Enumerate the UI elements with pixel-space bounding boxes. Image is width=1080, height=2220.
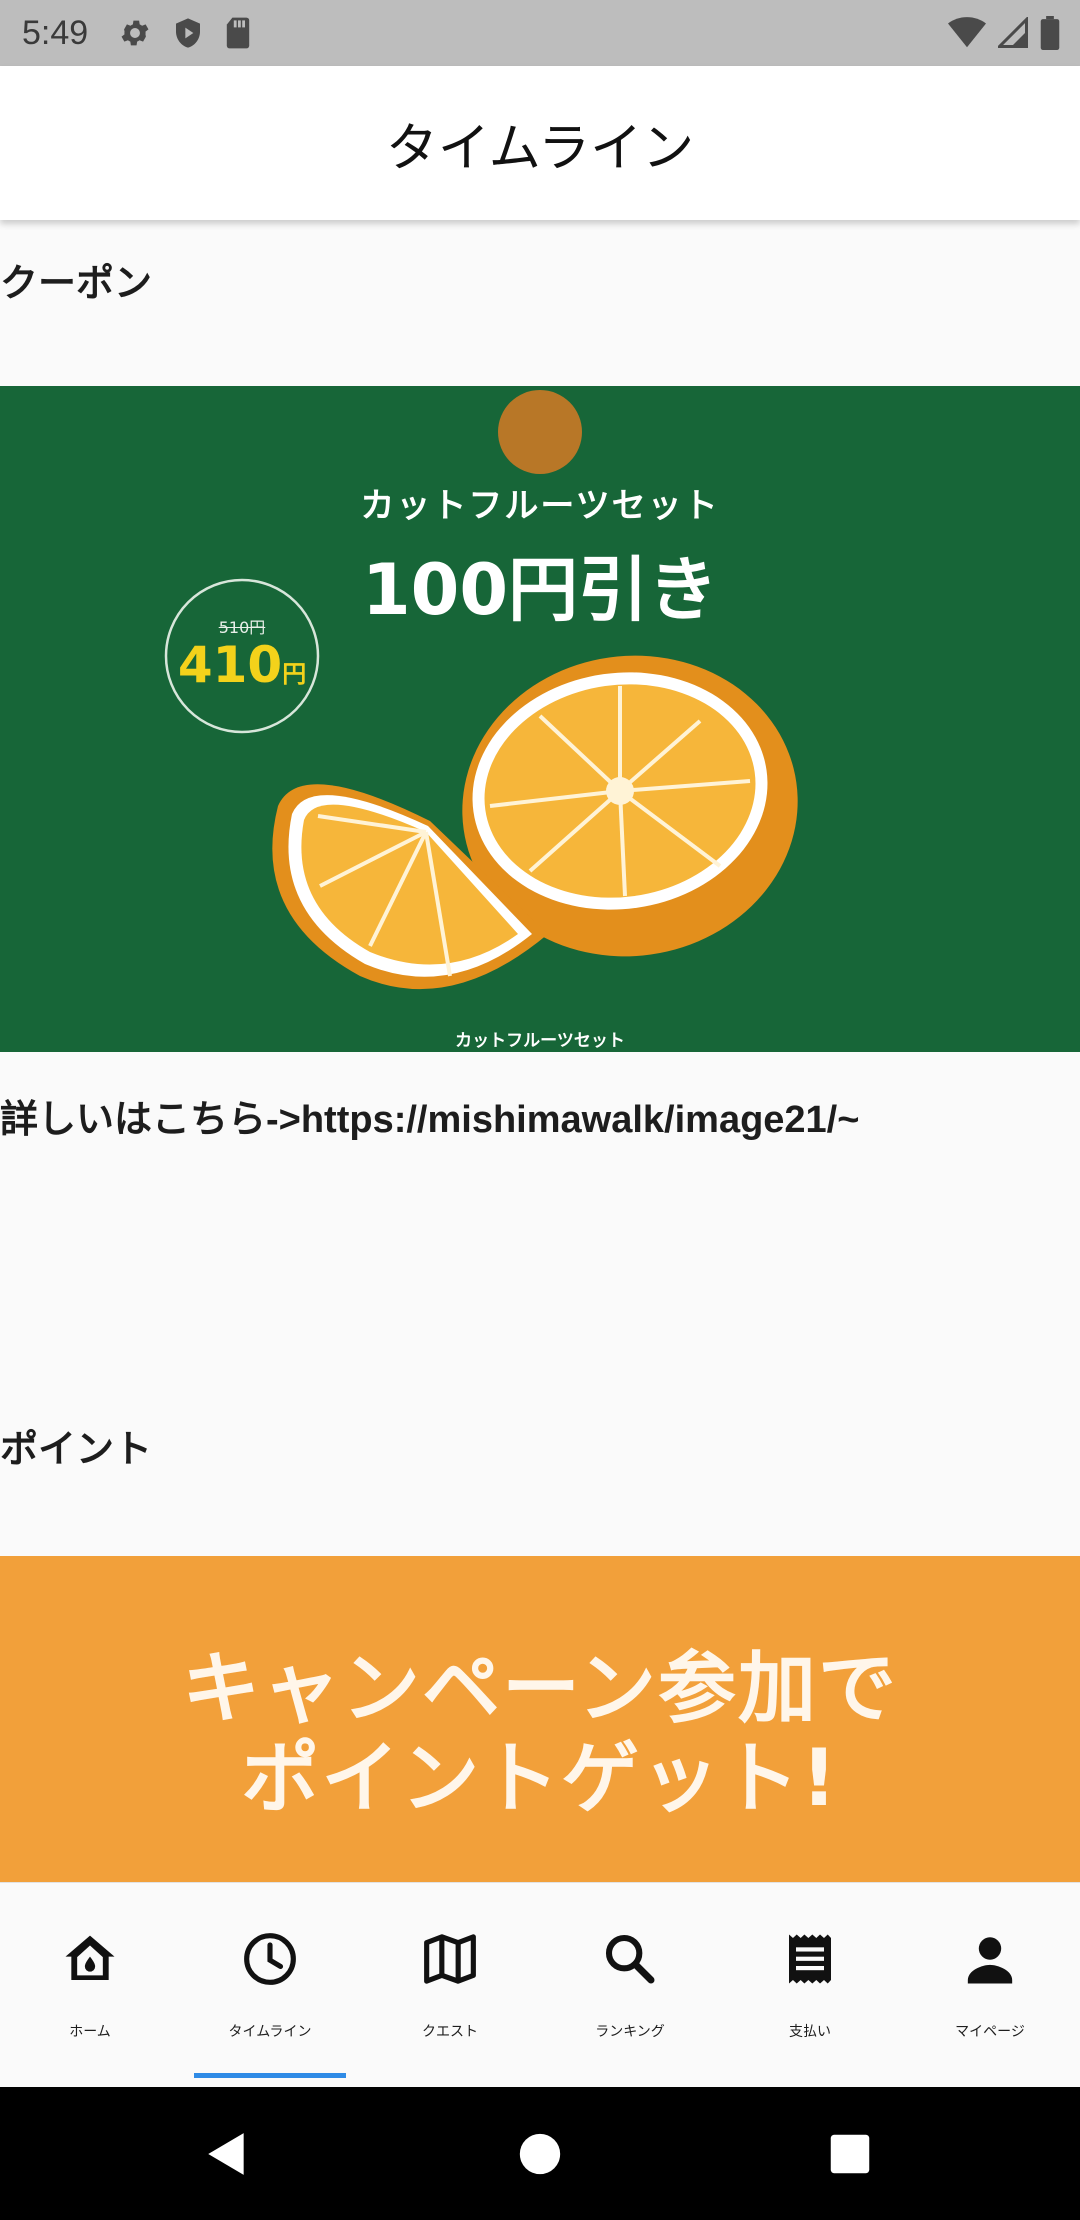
points-section-label: ポイント: [0, 1427, 153, 1471]
search-icon: [605, 1934, 655, 1984]
status-system-icons: [948, 0, 1060, 66]
wifi-icon: [948, 17, 986, 48]
page-title: タイムライン: [385, 118, 695, 179]
old-price: 510円: [218, 618, 266, 637]
status-time: 5:49: [22, 13, 89, 52]
active-tab-indicator: [194, 2073, 346, 2078]
nav-label-timeline: タイムライン: [228, 2024, 312, 2040]
battery-icon: [1040, 16, 1060, 50]
home-icon: [65, 1935, 115, 1980]
nav-item-quest[interactable]: クエスト: [360, 1883, 540, 2088]
receipt-icon: [789, 1934, 831, 1984]
new-price-unit: 円: [282, 660, 307, 688]
cell-signal-icon: [998, 17, 1028, 48]
coupon-banner-image[interactable]: カットフルーツセット 100円引き 510円 410円 カットフルーツセット: [0, 386, 1080, 1052]
nav-item-ranking[interactable]: ランキング: [540, 1883, 720, 2088]
nav-item-mypage[interactable]: マイページ: [900, 1883, 1080, 2088]
coupon-discount: 100円引き: [361, 549, 719, 631]
back-icon[interactable]: [202, 2129, 252, 2179]
coupon-section-label: クーポン: [0, 261, 153, 305]
new-price-value: 410: [177, 636, 283, 694]
nav-label-quest: クエスト: [422, 2024, 478, 2040]
status-bar: 5:49: [0, 0, 1080, 66]
nav-item-payment[interactable]: 支払い: [720, 1883, 900, 2088]
person-icon: [967, 1937, 1013, 1984]
shield-icon: [176, 18, 201, 48]
points-banner-image[interactable]: キャンペーン参加で ポイントゲット!: [0, 1556, 1080, 1882]
app-bar: タイムライン: [0, 66, 1080, 220]
recents-square-icon[interactable]: [829, 2133, 871, 2175]
coupon-caption: カットフルーツセット: [455, 1031, 625, 1051]
nav-item-timeline[interactable]: タイムライン: [180, 1883, 360, 2088]
nav-label-home: ホーム: [69, 2024, 111, 2040]
points-banner-line2: ポイントゲット!: [241, 1734, 839, 1824]
bottom-navigation: ホーム タイムライン クエスト ランキング 支払い マイページ: [0, 1882, 1080, 2088]
coupon-detail-text[interactable]: 詳しいはこちら->https://mishimawalk/image21/~: [0, 1088, 859, 1143]
clock-icon: [244, 1933, 296, 1985]
status-notification-icons: [118, 16, 252, 50]
nav-label-ranking: ランキング: [595, 2024, 665, 2040]
nav-label-payment: 支払い: [789, 2024, 831, 2040]
home-circle-icon[interactable]: [518, 2132, 562, 2176]
sd-card-icon: [226, 17, 250, 49]
coupon-heading: カットフルーツセット: [360, 486, 720, 526]
nav-item-home[interactable]: ホーム: [0, 1883, 180, 2088]
settings-icon: [121, 20, 149, 46]
nav-label-mypage: マイページ: [955, 2024, 1025, 2040]
new-price: 410円: [166, 636, 318, 694]
system-navigation-bar: [0, 2087, 1080, 2220]
map-icon: [424, 1934, 476, 1984]
